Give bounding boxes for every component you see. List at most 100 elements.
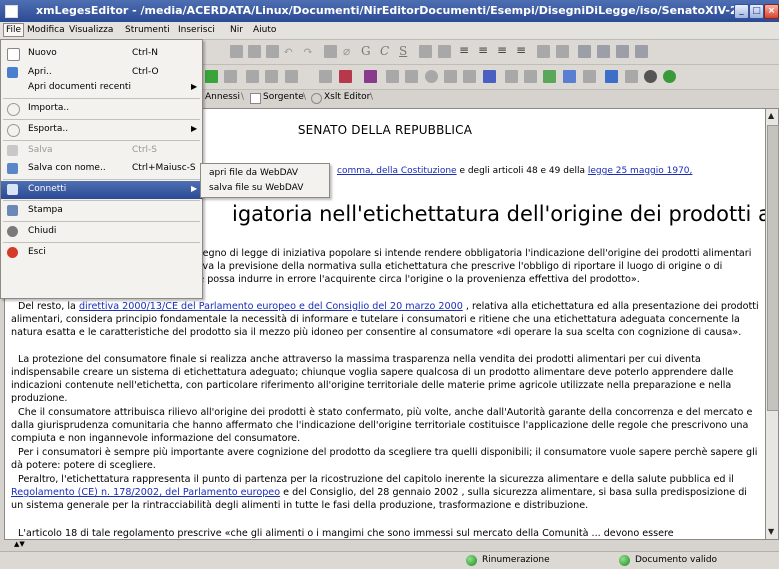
paragraph-6: Peraltro, l'etichettatura rappresenta il…	[11, 473, 761, 512]
menu-item-shortcut: Ctrl-S	[132, 145, 157, 155]
navigate-icon[interactable]	[563, 70, 576, 83]
find-icon[interactable]	[324, 45, 337, 58]
grid-icon[interactable]	[205, 70, 218, 83]
settings-gear-icon[interactable]	[644, 70, 657, 83]
menu-item-importa[interactable]: Importa..	[1, 100, 202, 118]
table-row-icon[interactable]	[597, 45, 610, 58]
menu-separator	[3, 242, 200, 243]
menu-item-esci[interactable]: Esci	[1, 244, 202, 262]
justify-icon[interactable]: ≡	[516, 43, 526, 57]
modify-icon[interactable]	[505, 70, 518, 83]
eraser-icon[interactable]: ⌀	[343, 44, 350, 58]
menu-modifica[interactable]: Modifica	[27, 25, 65, 35]
file-menu-dropdown: Nuovo Ctrl-N Apri.. Ctrl-O Apri document…	[0, 39, 203, 299]
menu-item-chiudi[interactable]: Chiudi	[1, 223, 202, 241]
reference-line: comma, della Costituzione e degli artico…	[337, 166, 692, 176]
list-view-icon[interactable]	[625, 70, 638, 83]
import-icon	[7, 103, 20, 116]
table-cell-icon[interactable]	[635, 45, 648, 58]
edit-pen-icon[interactable]	[339, 70, 352, 83]
tab-separator: \	[303, 92, 307, 102]
table-col-icon[interactable]	[616, 45, 629, 58]
sort-desc-icon[interactable]	[438, 45, 451, 58]
book-icon[interactable]	[463, 70, 476, 83]
menu-file[interactable]: File	[3, 23, 25, 37]
menu-item-salva[interactable]: Salva Ctrl-S	[1, 142, 202, 160]
scroll-up-icon[interactable]: ▲	[768, 111, 774, 120]
cut-icon[interactable]	[230, 45, 243, 58]
menu-separator	[3, 179, 200, 180]
partition-icon[interactable]	[224, 70, 237, 83]
copy-icon[interactable]	[248, 45, 261, 58]
validate-icon[interactable]	[543, 70, 556, 83]
list-number-icon[interactable]	[556, 45, 569, 58]
maximize-button[interactable]: □	[749, 4, 764, 19]
circle-icon[interactable]	[425, 70, 438, 83]
align-center-icon[interactable]: ≡	[478, 43, 488, 57]
paragraph-6-text: Peraltro, l'etichettatura rappresenta il…	[18, 474, 734, 485]
menu-item-salva-con-nome[interactable]: Salva con nome.. Ctrl+Maiusc-S	[1, 160, 202, 178]
vertical-scrollbar[interactable]: ▲ ▼	[765, 108, 779, 540]
link-direttiva-2000-13[interactable]: direttiva 2000/13/CE del Parlamento euro…	[79, 301, 463, 312]
menu-item-shortcut: Ctrl-O	[132, 67, 159, 77]
split-arrows-icon[interactable]: ▲▼	[14, 540, 25, 548]
sort-asc-icon[interactable]	[419, 45, 432, 58]
paragraph-icon[interactable]	[285, 70, 298, 83]
align-right-icon[interactable]: ≡	[497, 43, 507, 57]
menu-visualizza[interactable]: Visualizza	[69, 25, 113, 35]
article-icon[interactable]	[246, 70, 259, 83]
menu-item-label: Salva	[28, 145, 53, 155]
note-icon[interactable]	[386, 70, 399, 83]
menu-item-nuovo[interactable]: Nuovo Ctrl-N	[1, 45, 202, 63]
menu-aiuto[interactable]: Aiuto	[253, 25, 276, 35]
tab-sorgente[interactable]: Sorgente	[263, 92, 304, 102]
reference-text: e degli articoli 48 e 49 della	[456, 166, 588, 176]
minimize-button[interactable]: _	[734, 4, 749, 19]
menu-item-esporta[interactable]: Esporta.. ▶	[1, 121, 202, 139]
connect-icon	[7, 184, 18, 195]
close-window-button[interactable]: ×	[764, 4, 779, 19]
redo-icon[interactable]: ↷	[303, 44, 313, 58]
underline-icon[interactable]: S	[399, 44, 407, 58]
menu-inserisci[interactable]: Inserisci	[178, 25, 215, 35]
link-regolamento-178-2002[interactable]: Regolamento (CE) n. 178/2002, del Parlam…	[11, 487, 280, 498]
link-legge-1970[interactable]: legge 25 maggio 1970,	[588, 166, 693, 176]
submenu-item-save-webdav[interactable]: salva file su WebDAV	[209, 183, 303, 193]
window-icon[interactable]	[605, 70, 618, 83]
tab-separator: \	[370, 92, 374, 102]
box-icon[interactable]	[444, 70, 457, 83]
list-bullet-icon[interactable]	[537, 45, 550, 58]
menu-nir[interactable]: Nir	[230, 25, 243, 35]
people-icon[interactable]	[364, 70, 377, 83]
replace-icon[interactable]	[524, 70, 537, 83]
comma-icon[interactable]	[265, 70, 278, 83]
menu-item-label: Apri documenti recenti	[28, 82, 131, 92]
menu-separator	[3, 119, 200, 120]
menu-item-connetti[interactable]: Connetti ▶	[1, 181, 202, 199]
menu-item-stampa[interactable]: Stampa	[1, 202, 202, 220]
scroll-down-icon[interactable]: ▼	[768, 527, 774, 536]
italic-icon[interactable]: C	[380, 44, 389, 58]
table-icon[interactable]	[578, 45, 591, 58]
submenu-item-open-webdav[interactable]: apri file da WebDAV	[209, 168, 298, 178]
menu-item-label: Stampa	[28, 205, 63, 215]
split-handle[interactable]: ▲▼	[0, 540, 779, 550]
tree-icon[interactable]	[483, 70, 496, 83]
annex-icon[interactable]	[405, 70, 418, 83]
menu-item-recenti[interactable]: Apri documenti recenti ▶	[1, 79, 202, 97]
menu-item-label: Apri..	[28, 67, 52, 77]
menu-strumenti[interactable]: Strumenti	[125, 25, 170, 35]
link-icon[interactable]	[319, 70, 332, 83]
renumber-icon[interactable]	[583, 70, 596, 83]
align-left-icon[interactable]: ≡	[459, 43, 469, 57]
tab-xslt-editor[interactable]: Xslt Editor	[324, 92, 370, 102]
paste-icon[interactable]	[266, 45, 279, 58]
refresh-icon[interactable]	[663, 70, 676, 83]
bold-icon[interactable]: G	[361, 44, 371, 58]
link-costituzione[interactable]: comma, della Costituzione	[337, 166, 457, 176]
undo-icon[interactable]: ↶	[283, 44, 293, 58]
document-icon	[250, 93, 261, 104]
menu-separator	[3, 200, 200, 201]
tab-annessi[interactable]: Annessi	[205, 92, 240, 102]
scrollbar-thumb[interactable]	[767, 125, 779, 411]
